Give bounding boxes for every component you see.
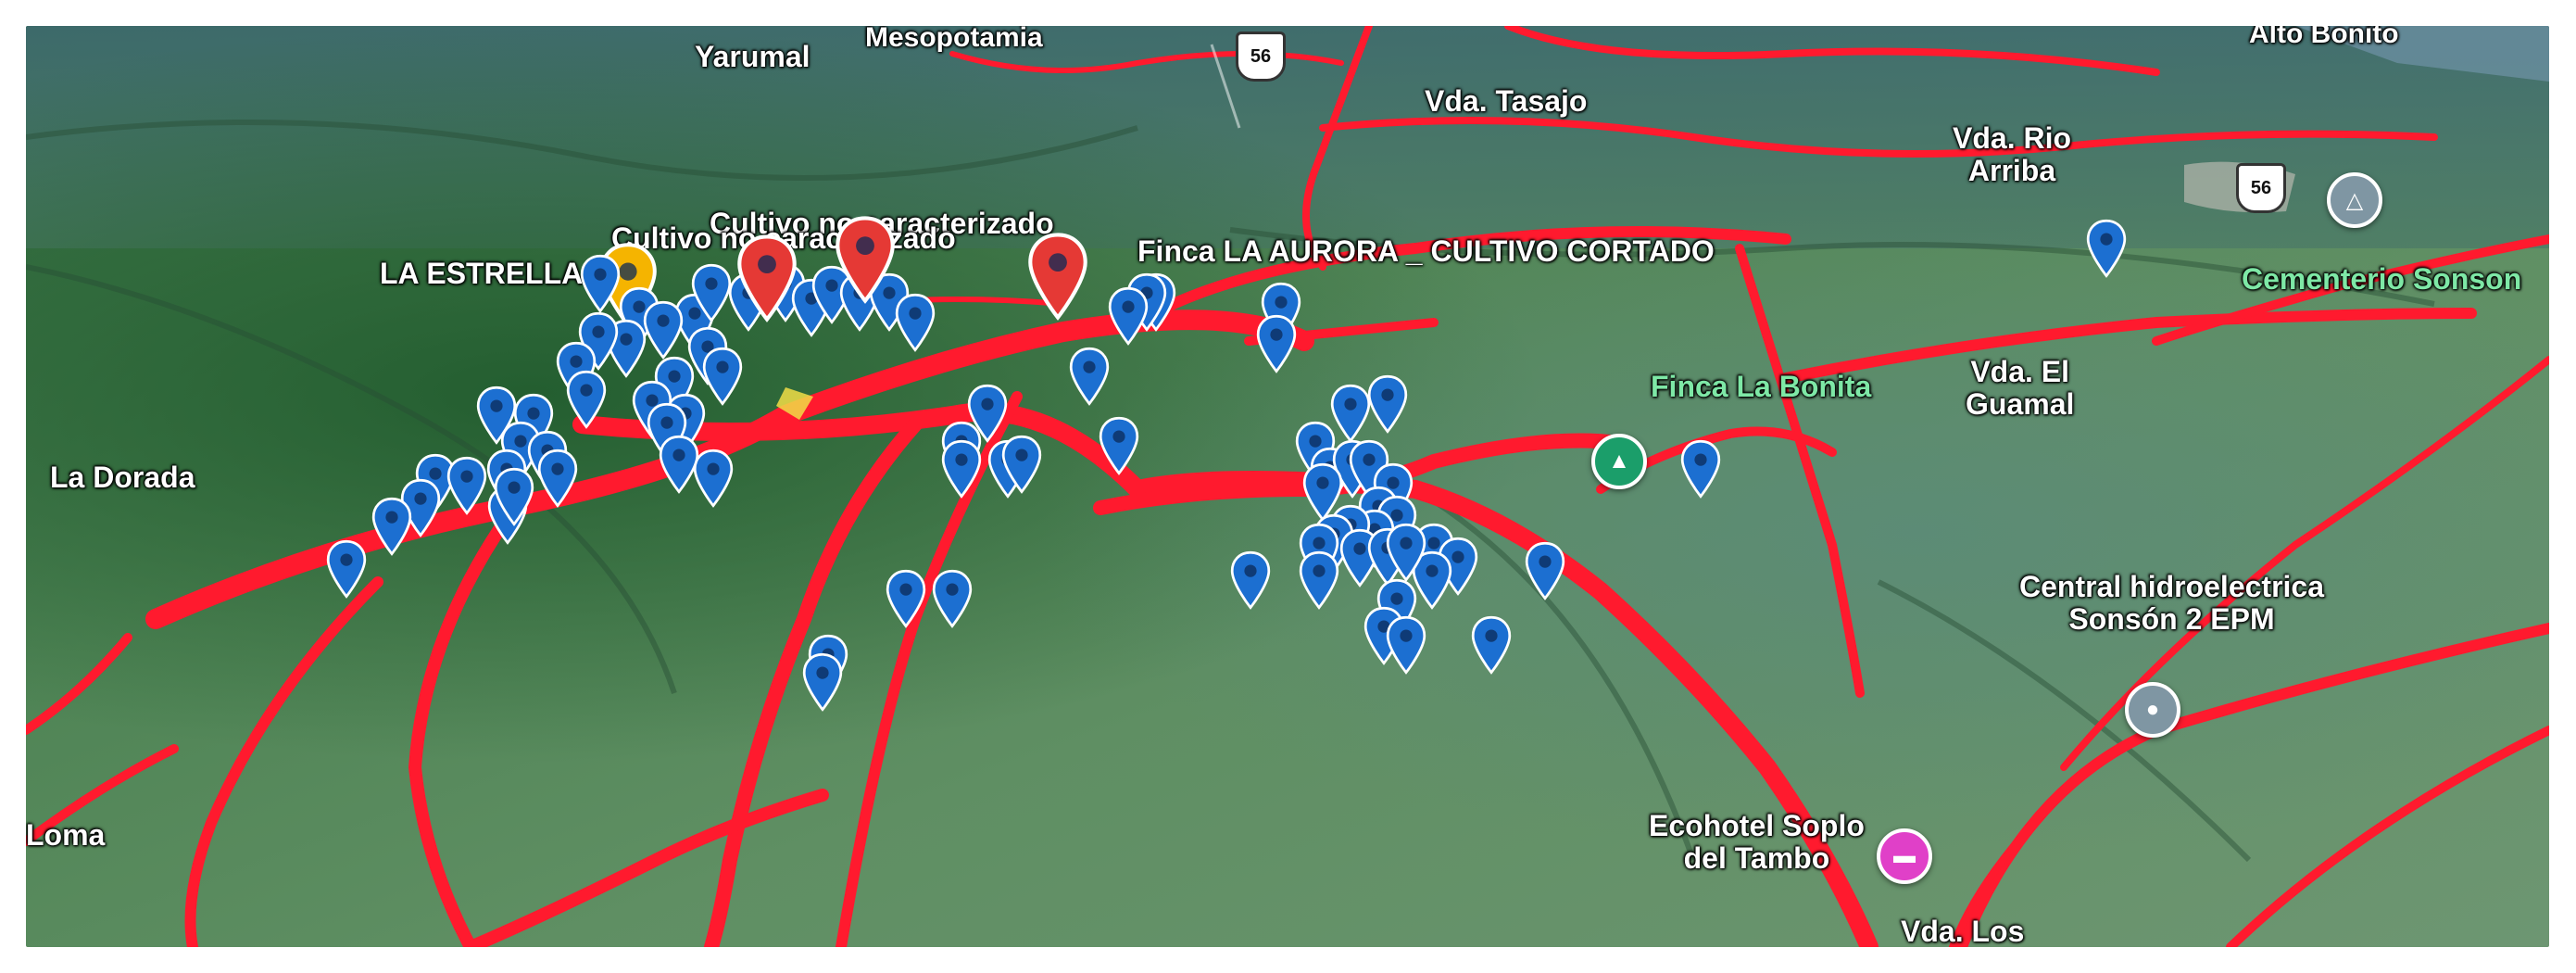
- blue-map-marker[interactable]: [1471, 615, 1512, 675]
- blue-map-marker[interactable]: [1001, 435, 1042, 494]
- blue-map-marker[interactable]: [1108, 286, 1149, 346]
- place-label-vda-tasajo: Vda. Tasajo: [1425, 84, 1588, 118]
- blue-map-marker[interactable]: [643, 300, 684, 360]
- blue-map-marker[interactable]: [1525, 541, 1565, 600]
- blue-map-marker[interactable]: [895, 293, 936, 352]
- blue-map-marker[interactable]: [1367, 374, 1408, 434]
- place-label-cementerio-sonson: Cementerio Sonson: [2242, 262, 2522, 296]
- road-shield-56: 56: [1236, 32, 1286, 82]
- satellite-map-view[interactable]: Yarumal Mesopotamia Alto Bonito Vda. Tas…: [26, 26, 2549, 947]
- place-label-la-dorada: La Dorada: [50, 461, 195, 494]
- blue-map-marker[interactable]: [2086, 219, 2127, 278]
- red-map-marker[interactable]: [1027, 232, 1088, 321]
- blue-map-marker[interactable]: [494, 467, 534, 526]
- place-label-finca-la-aurora: Finca LA AURORA _ CULTIVO CORTADO: [1137, 234, 1715, 268]
- blue-map-marker[interactable]: [659, 435, 699, 494]
- place-label-finca-la-bonita: Finca La Bonita: [1651, 370, 1872, 403]
- place-label-alto-bonito: Alto Bonito: [2249, 26, 2399, 49]
- blue-map-marker[interactable]: [1386, 523, 1426, 582]
- blue-map-marker[interactable]: [537, 449, 578, 508]
- blue-map-marker[interactable]: [1386, 615, 1426, 675]
- place-label-vda-rio-arriba: Vda. Rio Arriba: [1953, 121, 2072, 188]
- blue-map-marker[interactable]: [1099, 416, 1139, 475]
- place-label-ecohotel: Ecohotel Soplo del Tambo: [1649, 809, 1865, 876]
- place-icon[interactable]: ●: [2125, 682, 2180, 738]
- red-map-marker[interactable]: [835, 215, 896, 304]
- blue-map-marker[interactable]: [326, 539, 367, 599]
- place-label-yarumal: Yarumal: [695, 40, 810, 73]
- blue-map-marker[interactable]: [1330, 384, 1371, 443]
- blue-map-marker[interactable]: [691, 263, 732, 322]
- place-label-vda-los: Vda. Los: [1901, 915, 2025, 947]
- blue-map-marker[interactable]: [1256, 314, 1297, 373]
- blue-map-marker[interactable]: [1230, 550, 1271, 610]
- blue-map-marker[interactable]: [932, 569, 973, 628]
- red-map-marker[interactable]: [736, 234, 798, 322]
- place-label-central-hidroelectrica: Central hidroelectrica Sonsón 2 EPM: [2019, 570, 2324, 637]
- blue-map-marker[interactable]: [1680, 439, 1721, 499]
- blue-map-marker[interactable]: [1299, 550, 1339, 610]
- bed-icon[interactable]: ▬: [1877, 828, 1932, 884]
- place-label-mesopotamia: Mesopotamia: [865, 26, 1043, 53]
- tree-icon[interactable]: ▲: [1591, 434, 1647, 489]
- blue-map-marker[interactable]: [802, 652, 843, 712]
- place-label-loma: Loma: [26, 818, 106, 852]
- place-label-vda-el-guamal: Vda. El Guamal: [1966, 355, 2075, 422]
- blue-map-marker[interactable]: [566, 370, 607, 429]
- place-label-la-estrella: LA ESTRELLA: [380, 257, 584, 290]
- monument-icon[interactable]: △: [2327, 172, 2382, 228]
- blue-map-marker[interactable]: [886, 569, 926, 628]
- blue-map-marker[interactable]: [580, 254, 621, 313]
- blue-map-marker[interactable]: [1069, 347, 1110, 406]
- blue-map-marker[interactable]: [371, 497, 412, 556]
- blue-map-marker[interactable]: [941, 439, 982, 499]
- road-shield-56: 56: [2236, 163, 2286, 213]
- blue-map-marker[interactable]: [446, 456, 487, 515]
- blue-map-marker[interactable]: [702, 347, 743, 406]
